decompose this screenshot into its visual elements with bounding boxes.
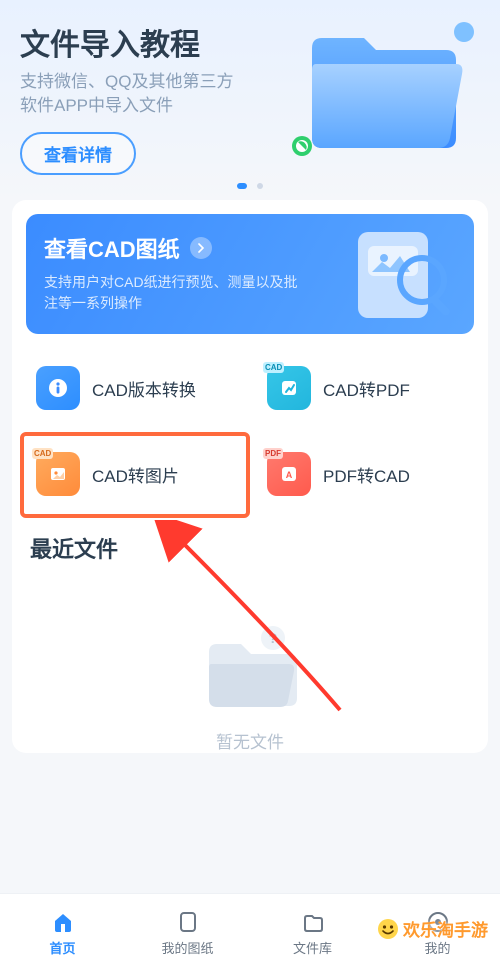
view-cad-subtitle: 支持用户对CAD纸进行预览、测量以及批注等一系列操作 (44, 272, 304, 314)
feature-cad-version[interactable]: CAD版本转换 (26, 352, 243, 424)
tab-label: 文件库 (293, 938, 332, 957)
info-icon (36, 366, 80, 410)
tab-home[interactable]: 首页 (0, 894, 125, 971)
watermark: 欢乐淘手游 (377, 916, 488, 941)
dot (257, 183, 263, 189)
pdf-cad-icon: PDF A (267, 452, 311, 496)
view-details-button[interactable]: 查看详情 (20, 132, 136, 175)
cad-pdf-icon: CAD (267, 366, 311, 410)
tab-label: 首页 (49, 938, 75, 957)
empty-state: ? 暂无文件 (26, 624, 474, 753)
home-icon (50, 909, 76, 935)
view-cad-title: 查看CAD图纸 (44, 232, 180, 264)
hero-subtitle: 支持微信、QQ及其他第三方软件APP中导入文件 (20, 70, 250, 118)
svg-text:A: A (286, 470, 293, 480)
chevron-right-icon (190, 237, 212, 259)
cad-image-icon: CAD (36, 452, 80, 496)
feature-pdf-to-cad[interactable]: PDF A PDF转CAD (257, 438, 474, 510)
watermark-icon (377, 918, 399, 940)
main-card: 查看CAD图纸 支持用户对CAD纸进行预览、测量以及批注等一系列操作 CAD版本… (12, 200, 488, 753)
view-cad-card[interactable]: 查看CAD图纸 支持用户对CAD纸进行预览、测量以及批注等一系列操作 (26, 214, 474, 334)
empty-text: 暂无文件 (216, 728, 284, 753)
tab-my-drawings[interactable]: 我的图纸 (125, 894, 250, 971)
recent-files-title: 最近文件 (30, 532, 474, 564)
dot-active (237, 183, 247, 189)
feature-cad-to-pdf[interactable]: CAD CAD转PDF (257, 352, 474, 424)
svg-text:?: ? (269, 630, 278, 646)
empty-folder-icon: ? (195, 624, 305, 714)
feature-grid: CAD版本转换 CAD CAD转PDF CAD CAD转图片 PDF A PDF… (26, 352, 474, 510)
feature-label: PDF转CAD (323, 462, 410, 487)
tab-library[interactable]: 文件库 (250, 894, 375, 971)
feature-label: CAD版本转换 (92, 376, 196, 401)
feature-label: CAD转PDF (323, 376, 410, 401)
folder-icon (300, 909, 326, 935)
carousel-dots (0, 176, 500, 194)
tab-label: 我的图纸 (161, 938, 213, 957)
feature-cad-to-image[interactable]: CAD CAD转图片 (26, 438, 243, 510)
watermark-text: 欢乐淘手游 (403, 916, 488, 941)
file-icon (175, 909, 201, 935)
magnifier-illustration (344, 226, 464, 326)
folder-illustration (286, 14, 486, 164)
feature-label: CAD转图片 (92, 462, 179, 487)
hero-banner: 文件导入教程 支持微信、QQ及其他第三方软件APP中导入文件 查看详情 (0, 0, 500, 200)
view-details-label: 查看详情 (44, 141, 112, 166)
